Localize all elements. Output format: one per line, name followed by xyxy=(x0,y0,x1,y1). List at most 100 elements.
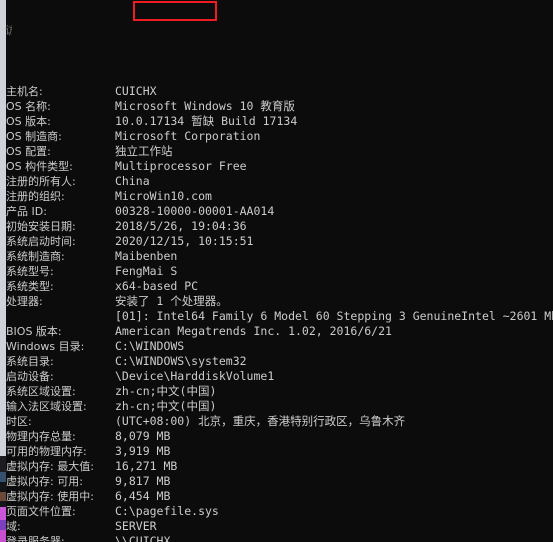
systeminfo-row: 初始安装日期: 2018/5/26, 19:04:36 xyxy=(6,219,553,234)
systeminfo-row-label: 启动设备: xyxy=(6,370,54,383)
systeminfo-row-value: American Megatrends Inc. 1.02, 2016/6/21 xyxy=(115,324,392,338)
systeminfo-row: 时区: (UTC+08:00) 北京，重庆，香港特别行政区，乌鲁木齐 xyxy=(6,414,553,429)
desktop-strip-seg-dark2 xyxy=(0,482,6,492)
systeminfo-row-value: 2020/12/15, 10:15:51 xyxy=(115,234,254,248)
systeminfo-row-label: 初始安装日期: xyxy=(6,220,76,233)
systeminfo-row: 虚拟内存: 使用中: 6,454 MB xyxy=(6,489,553,504)
systeminfo-row: OS 版本: 10.0.17134 暂缺 Build 17134 xyxy=(6,114,553,129)
systeminfo-row-label: 处理器: xyxy=(6,295,43,308)
systeminfo-row-value: zh-cn;中文(中国) xyxy=(115,384,217,398)
systeminfo-row-label: 产品 ID: xyxy=(6,205,47,218)
systeminfo-row-label: BIOS 版本: xyxy=(6,325,62,338)
systeminfo-row: 系统类型: x64-based PC xyxy=(6,279,553,294)
systeminfo-output-rows: 主机名: CUICHX OS 名称: Microsoft Windows 10 教育版… xyxy=(6,84,553,542)
systeminfo-row-label: 虚拟内存: 可用: xyxy=(6,475,83,488)
systeminfo-row: Windows 目录: C:\WINDOWS xyxy=(6,339,553,354)
systeminfo-row-value: China xyxy=(115,174,150,188)
systeminfo-row-label: 登录服务器: xyxy=(6,535,65,542)
systeminfo-row: 主机名: CUICHX xyxy=(6,84,553,99)
systeminfo-row-label: 系统目录: xyxy=(6,355,54,368)
systeminfo-row: BIOS 版本: American Megatrends Inc. 1.02, 2… xyxy=(6,324,553,339)
systeminfo-row-value: 6,454 MB xyxy=(115,489,171,503)
desktop-strip-seg-magenta xyxy=(0,507,6,520)
systeminfo-row-value: Microsoft Windows 10 教育版 xyxy=(115,99,295,113)
systeminfo-row: 注册的所有人: China xyxy=(6,174,553,189)
systeminfo-row-value: C:\WINDOWS xyxy=(115,339,185,353)
systeminfo-row: 物理内存总量: 8,079 MB xyxy=(6,429,553,444)
desktop-strip-seg-purple xyxy=(0,520,6,530)
systeminfo-row-label: 注册的所有人: xyxy=(6,175,76,188)
systeminfo-row: 系统型号: FengMai S xyxy=(6,264,553,279)
systeminfo-row-label: OS 制造商: xyxy=(6,130,62,143)
systeminfo-row-value: C:\pagefile.sys xyxy=(115,504,219,518)
systeminfo-row: OS 名称: Microsoft Windows 10 教育版 xyxy=(6,99,553,114)
desktop-strip-seg-dark xyxy=(0,456,6,472)
desktop-strip-seg-brown xyxy=(0,492,6,501)
systeminfo-row-value: 00328-10000-00001-AA014 xyxy=(115,204,275,218)
systeminfo-row-value: FengMai S xyxy=(115,264,178,278)
systeminfo-row: 系统制造商: Maibenben xyxy=(6,249,553,264)
systeminfo-row-label: 系统类型: xyxy=(6,280,54,293)
console-window[interactable]: 访 C:\Users\Administrator>systeminfo 主机名:… xyxy=(0,0,553,542)
systeminfo-row: 注册的组织: MicroWin10.com xyxy=(6,189,553,204)
systeminfo-row-value: Maibenben xyxy=(115,249,178,263)
systeminfo-row: 启动设备: \Device\HarddiskVolume1 xyxy=(6,369,553,384)
systeminfo-row-label: OS 配置: xyxy=(6,145,51,158)
systeminfo-row-value: 8,079 MB xyxy=(115,429,171,443)
systeminfo-row: 可用的物理内存: 3,919 MB xyxy=(6,444,553,459)
systeminfo-row-label: 系统启动时间: xyxy=(6,235,76,248)
systeminfo-row: OS 制造商: Microsoft Corporation xyxy=(6,129,553,144)
systeminfo-row-value: C:\WINDOWS\system32 xyxy=(115,354,247,368)
systeminfo-row-value: 独立工作站 xyxy=(115,144,173,158)
systeminfo-row-value: [01]: Intel64 Family 6 Model 60 Stepping… xyxy=(115,309,553,323)
systeminfo-row: 系统区域设置: zh-cn;中文(中国) xyxy=(6,384,553,399)
systeminfo-row-value: Microsoft Corporation xyxy=(115,129,261,143)
systeminfo-row-value: (UTC+08:00) 北京，重庆，香港特别行政区，乌鲁木齐 xyxy=(115,414,406,428)
systeminfo-row: OS 配置: 独立工作站 xyxy=(6,144,553,159)
systeminfo-row-label: OS 版本: xyxy=(6,115,51,128)
systeminfo-row-label: 虚拟内存: 使用中: xyxy=(6,490,94,503)
systeminfo-row-value: 安装了 1 个处理器。 xyxy=(115,294,228,308)
systeminfo-row: 系统目录: C:\WINDOWS\system32 xyxy=(6,354,553,369)
systeminfo-row-value: 10.0.17134 暂缺 Build 17134 xyxy=(115,114,298,128)
desktop-strip-seg-top xyxy=(0,0,6,456)
systeminfo-row-label: 注册的组织: xyxy=(6,190,65,203)
systeminfo-row: [01]: Intel64 Family 6 Model 60 Stepping… xyxy=(6,309,553,324)
systeminfo-row: 虚拟内存: 最大值: 16,271 MB xyxy=(6,459,553,474)
clipped-edge-glyph: 访 xyxy=(5,24,12,37)
systeminfo-row: 产品 ID: 00328-10000-00001-AA014 xyxy=(6,204,553,219)
systeminfo-row-value: Multiprocessor Free xyxy=(115,159,247,173)
systeminfo-row: 登录服务器: \\CUICHX xyxy=(6,534,553,542)
systeminfo-row-label: 系统区域设置: xyxy=(6,385,76,398)
systeminfo-row: 域: SERVER xyxy=(6,519,553,534)
systeminfo-row-value: 2018/5/26, 19:04:36 xyxy=(115,219,247,233)
systeminfo-row-label: 物理内存总量: xyxy=(6,430,76,443)
systeminfo-row-label: 系统制造商: xyxy=(6,250,65,263)
console-output[interactable]: C:\Users\Administrator>systeminfo 主机名: CU… xyxy=(6,0,553,542)
systeminfo-row-value: \Device\HarddiskVolume1 xyxy=(115,369,275,383)
systeminfo-row: 输入法区域设置: zh-cn;中文(中国) xyxy=(6,399,553,414)
systeminfo-row-label: 主机名: xyxy=(6,85,43,98)
systeminfo-row: 系统启动时间: 2020/12/15, 10:15:51 xyxy=(6,234,553,249)
systeminfo-row: 页面文件位置: C:\pagefile.sys xyxy=(6,504,553,519)
systeminfo-row-value: 3,919 MB xyxy=(115,444,171,458)
systeminfo-row-label: Windows 目录: xyxy=(6,340,85,353)
desktop-strip-seg-magenta2 xyxy=(0,530,6,542)
systeminfo-row-label: 页面文件位置: xyxy=(6,505,76,518)
systeminfo-row-label: 输入法区域设置: xyxy=(6,400,87,413)
systeminfo-row-label: 域: xyxy=(6,520,21,533)
systeminfo-row-label: 系统型号: xyxy=(6,265,54,278)
systeminfo-row-value: x64-based PC xyxy=(115,279,199,293)
systeminfo-row-value: CUICHX xyxy=(115,84,157,98)
systeminfo-row-value: MicroWin10.com xyxy=(115,189,212,203)
systeminfo-row-value: SERVER xyxy=(115,519,157,533)
systeminfo-row-value: 16,271 MB xyxy=(115,459,178,473)
desktop-edge-strip xyxy=(0,0,6,542)
systeminfo-row-label: OS 构件类型: xyxy=(6,160,73,173)
systeminfo-row-value: zh-cn;中文(中国) xyxy=(115,399,217,413)
systeminfo-row-label: 可用的物理内存: xyxy=(6,445,87,458)
systeminfo-row-value: 9,817 MB xyxy=(115,474,171,488)
systeminfo-row-label: OS 名称: xyxy=(6,100,51,113)
systeminfo-row: 处理器: 安装了 1 个处理器。 xyxy=(6,294,553,309)
systeminfo-row-label: 时区: xyxy=(6,415,32,428)
